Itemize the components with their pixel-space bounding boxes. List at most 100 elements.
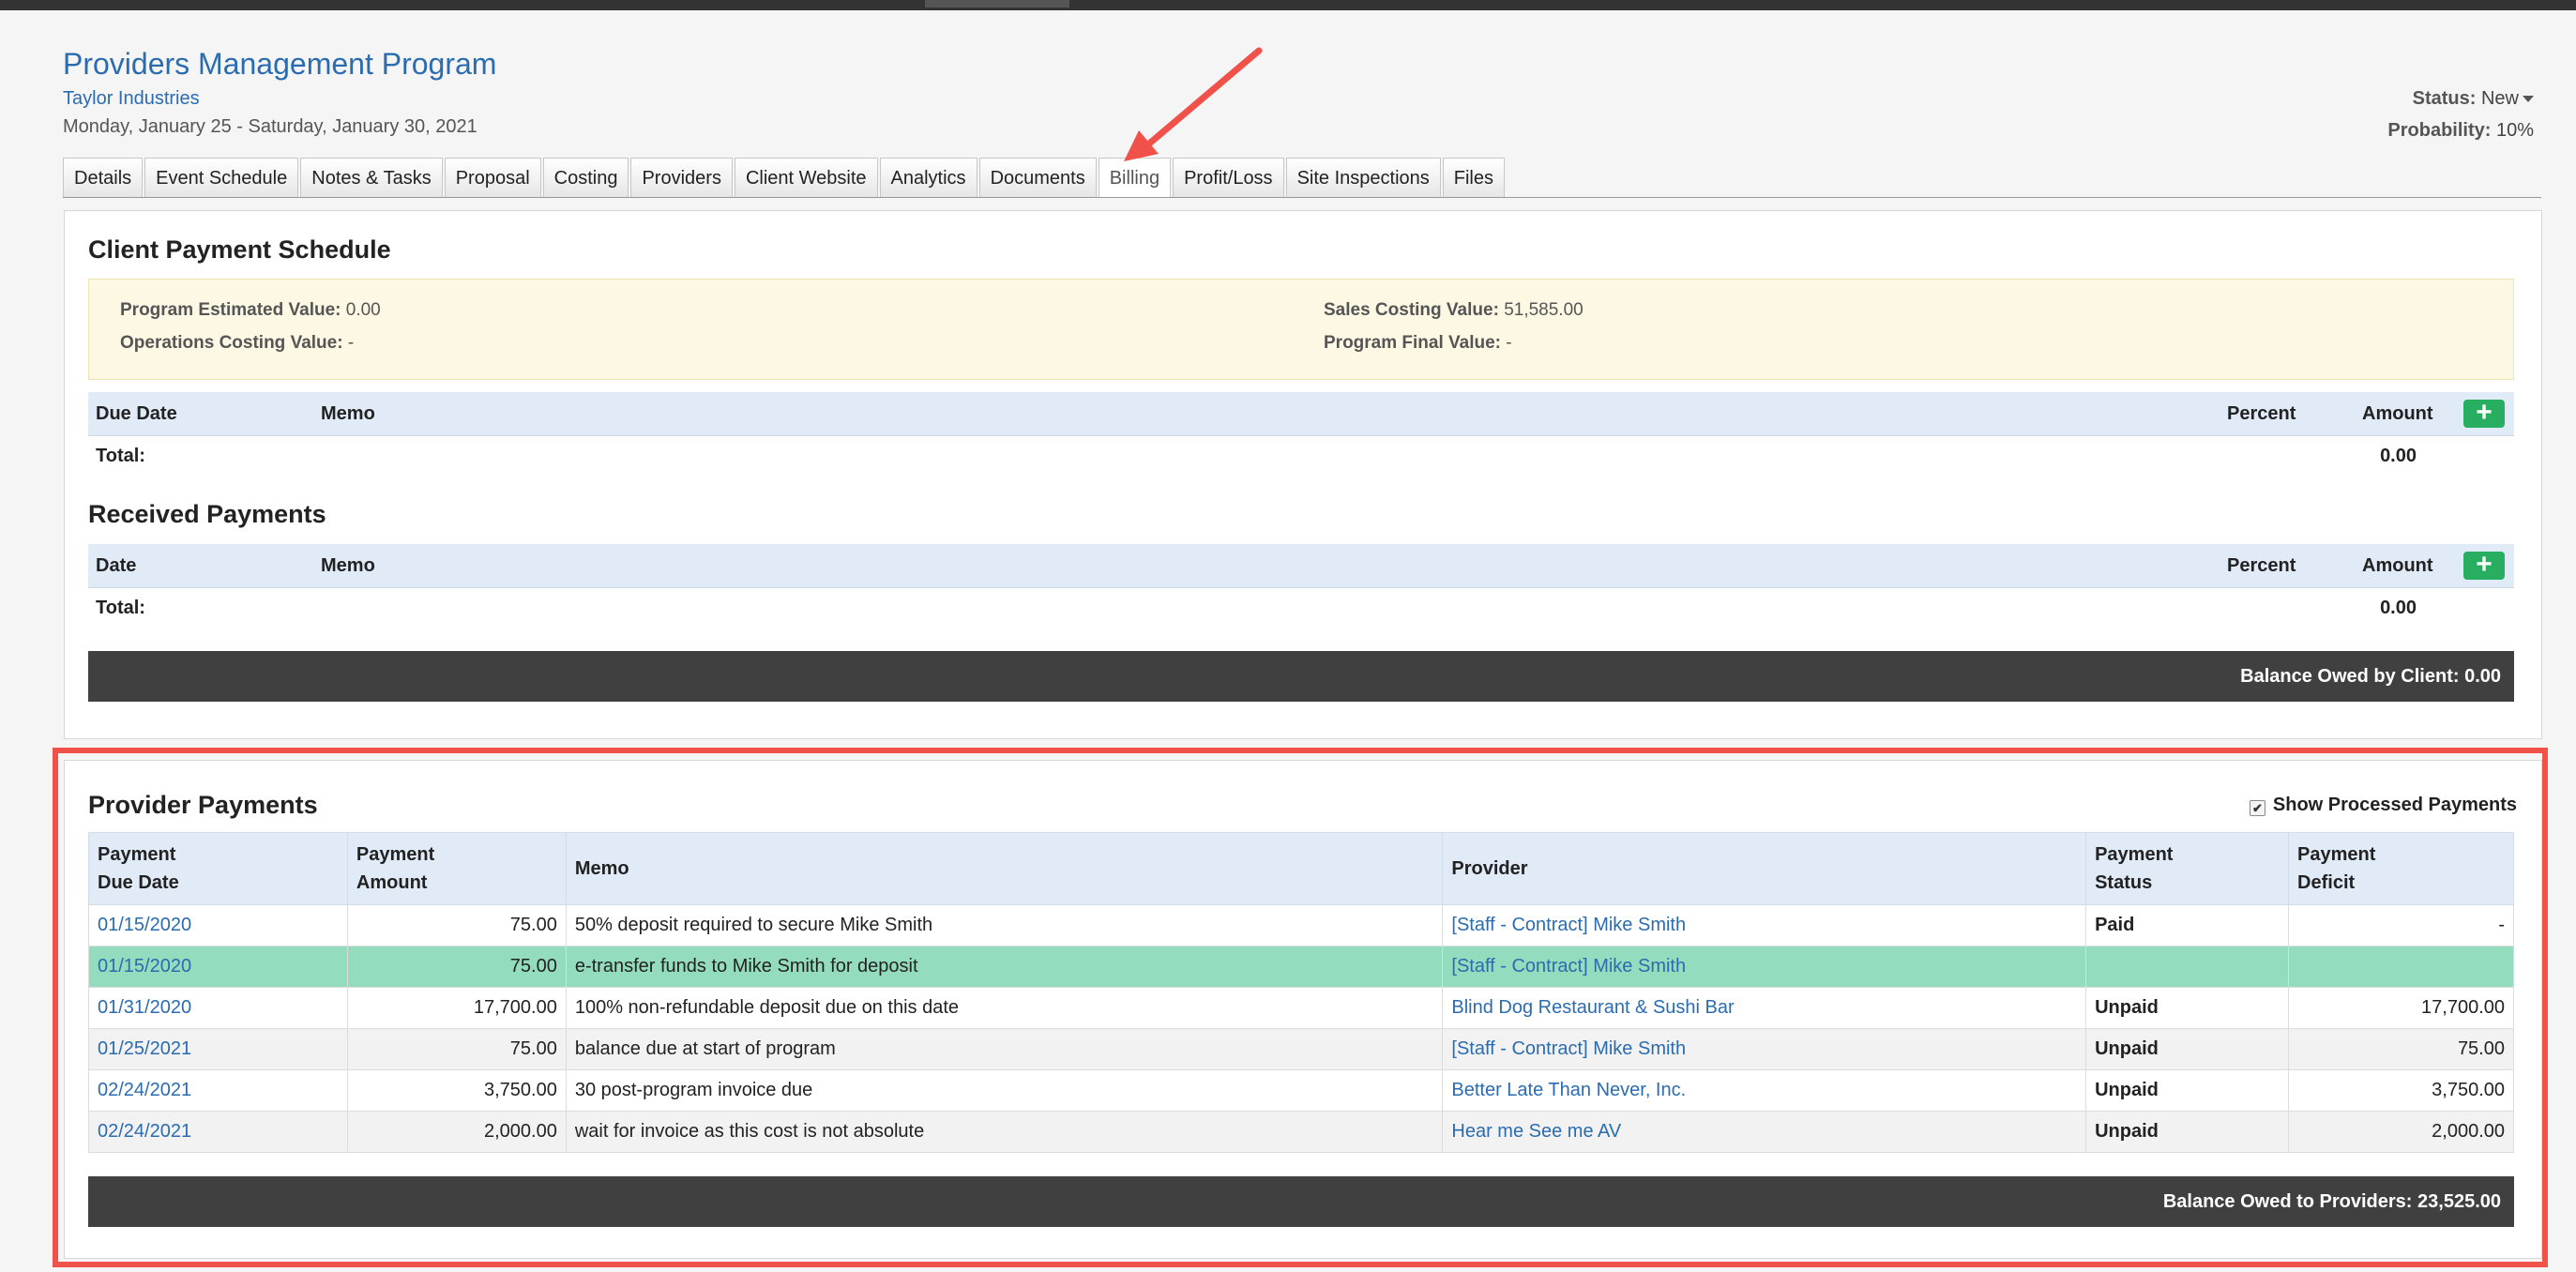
- schedule-table-header: Due Date Memo Percent Amount +: [88, 392, 2514, 436]
- col-memo: Memo: [321, 555, 375, 576]
- payment-amount: 75.00: [346, 904, 567, 946]
- col-percent: Percent: [2227, 555, 2296, 576]
- table-header-row: Payment Due Date Payment Amount Memo Provi…: [88, 832, 2514, 905]
- due-date-link[interactable]: 01/15/2020: [98, 956, 191, 977]
- tab-event-schedule[interactable]: Event Schedule: [144, 158, 299, 197]
- status-label: Status:: [2412, 88, 2477, 109]
- client-balance-bar: Balance Owed by Client: 0.00: [88, 651, 2514, 702]
- client-payment-schedule-title: Client Payment Schedule: [88, 235, 391, 264]
- tab-files[interactable]: Files: [1442, 158, 1505, 197]
- payment-deficit: 75.00: [2288, 1028, 2514, 1070]
- col-due-date: Due Date: [96, 403, 177, 424]
- tab-billing[interactable]: Billing: [1098, 158, 1172, 197]
- payment-amount: 75.00: [346, 1028, 567, 1070]
- tab-profit-loss[interactable]: Profit/Loss: [1173, 158, 1284, 197]
- arrow-shaft: [1144, 47, 1263, 148]
- received-total-value: 0.00: [2380, 598, 2417, 618]
- provider-balance-bar: Balance Owed to Providers: 23,525.00: [88, 1176, 2514, 1227]
- table-row[interactable]: 01/15/2020 75.00 e-transfer funds to Mik…: [88, 946, 2514, 988]
- program-values-box: Program Estimated Value: 0.00 Operations…: [88, 279, 2514, 380]
- table-row[interactable]: 02/24/2021 3,750.00 30 post-program invo…: [88, 1069, 2514, 1112]
- table-row[interactable]: 01/15/2020 75.00 50% deposit required to…: [88, 904, 2514, 946]
- tab-divider: [63, 197, 2541, 198]
- sales-costing-value: Sales Costing Value: 51,585.00: [1324, 300, 1583, 321]
- tab-costing[interactable]: Costing: [542, 158, 629, 197]
- estimated-value-amount: 0.00: [345, 300, 381, 320]
- col-payment-amount: Payment Amount: [346, 832, 567, 905]
- payment-amount: 17,700.00: [346, 987, 567, 1029]
- table-row[interactable]: 01/31/2020 17,700.00 100% non-refundable…: [88, 987, 2514, 1029]
- top-bar: [0, 0, 2576, 10]
- provider-link[interactable]: Hear me See me AV: [1451, 1121, 1621, 1142]
- payment-memo: balance due at start of program: [565, 1028, 1444, 1070]
- program-final-amount: -: [1506, 333, 1512, 353]
- program-dates: Monday, January 25 - Saturday, January 3…: [63, 116, 477, 137]
- sales-costing-label: Sales Costing Value:: [1324, 300, 1499, 320]
- show-processed-label: Show Processed Payments: [2272, 795, 2517, 815]
- payment-deficit: 2,000.00: [2288, 1111, 2514, 1153]
- due-date-link[interactable]: 01/25/2021: [98, 1038, 191, 1059]
- received-total-label: Total:: [96, 598, 145, 618]
- table-row[interactable]: 02/24/2021 2,000.00 wait for invoice as …: [88, 1111, 2514, 1153]
- payment-memo: e-transfer funds to Mike Smith for depos…: [565, 946, 1444, 988]
- checkbox-checked-icon[interactable]: ✔: [2249, 800, 2265, 816]
- status-box: Status: New Probability: 10%: [2387, 83, 2534, 146]
- status-row[interactable]: Status: New: [2387, 83, 2534, 114]
- tab-site-inspections[interactable]: Site Inspections: [1285, 158, 1441, 197]
- schedule-total-row: Total: 0.00: [88, 436, 2514, 474]
- payment-amount: 3,750.00: [346, 1069, 567, 1112]
- add-received-payment-button[interactable]: +: [2463, 551, 2505, 580]
- due-date-link[interactable]: 01/31/2020: [98, 997, 191, 1018]
- operations-costing-value: Operations Costing Value: -: [120, 333, 354, 354]
- col-provider: Provider: [1442, 832, 2087, 905]
- tab-notes-tasks[interactable]: Notes & Tasks: [300, 158, 443, 197]
- col-amount: Amount: [2362, 555, 2433, 576]
- payment-amount: 2,000.00: [346, 1111, 567, 1153]
- status-value[interactable]: New: [2481, 88, 2519, 109]
- provider-link[interactable]: Blind Dog Restaurant & Sushi Bar: [1451, 997, 1734, 1018]
- payment-deficit: 3,750.00: [2288, 1069, 2514, 1112]
- client-link[interactable]: Taylor Industries: [63, 84, 496, 113]
- payment-status: Paid: [2085, 904, 2290, 946]
- chevron-down-icon[interactable]: [2523, 96, 2534, 103]
- payment-status: Unpaid: [2085, 987, 2290, 1029]
- payment-memo: 50% deposit required to secure Mike Smit…: [565, 904, 1444, 946]
- provider-link[interactable]: Better Late Than Never, Inc.: [1451, 1080, 1686, 1100]
- due-date-link[interactable]: 01/15/2020: [98, 915, 191, 935]
- tab-providers[interactable]: Providers: [630, 158, 733, 197]
- due-date-link[interactable]: 02/24/2021: [98, 1080, 191, 1100]
- payment-status: Unpaid: [2085, 1028, 2290, 1070]
- add-scheduled-payment-button[interactable]: +: [2463, 399, 2505, 428]
- operations-costing-amount: -: [347, 333, 355, 353]
- payment-status: Unpaid: [2085, 1111, 2290, 1153]
- provider-link[interactable]: [Staff - Contract] Mike Smith: [1451, 1038, 1686, 1059]
- payment-deficit: 17,700.00: [2288, 987, 2514, 1029]
- payment-amount: 75.00: [346, 946, 567, 988]
- program-final-label: Program Final Value:: [1324, 333, 1501, 353]
- tab-client-website[interactable]: Client Website: [734, 158, 878, 197]
- estimated-value: Program Estimated Value: 0.00: [120, 300, 381, 321]
- show-processed-toggle[interactable]: ✔ Show Processed Payments: [2249, 795, 2517, 816]
- provider-payments-title: Provider Payments: [88, 791, 318, 819]
- tab-documents[interactable]: Documents: [978, 158, 1097, 197]
- sales-costing-amount: 51,585.00: [1504, 300, 1583, 320]
- program-final-value: Program Final Value: -: [1324, 333, 1512, 354]
- operations-costing-label: Operations Costing Value:: [120, 333, 343, 353]
- estimated-value-label: Program Estimated Value:: [120, 300, 341, 320]
- col-payment-status: Payment Status: [2085, 832, 2290, 905]
- provider-payments-table: Payment Due Date Payment Amount Memo Provi…: [88, 832, 2514, 1153]
- provider-link[interactable]: [Staff - Contract] Mike Smith: [1451, 915, 1686, 935]
- due-date-link[interactable]: 02/24/2021: [98, 1121, 191, 1142]
- tab-proposal[interactable]: Proposal: [444, 158, 541, 197]
- tab-details[interactable]: Details: [63, 158, 144, 197]
- tab-analytics[interactable]: Analytics: [879, 158, 977, 197]
- payment-deficit: -: [2288, 904, 2514, 946]
- tab-bar: Details Event Schedule Notes & Tasks Pro…: [63, 158, 1507, 197]
- schedule-total-label: Total:: [96, 446, 145, 466]
- table-row[interactable]: 01/25/2021 75.00 balance due at start of…: [88, 1028, 2514, 1070]
- payment-status: [2085, 946, 2290, 988]
- client-billing-panel: Client Payment Schedule Program Estimate…: [64, 210, 2542, 739]
- page-title: Providers Management Program: [63, 47, 497, 81]
- provider-link[interactable]: [Staff - Contract] Mike Smith: [1451, 956, 1686, 977]
- payment-memo: wait for invoice as this cost is not abs…: [565, 1111, 1444, 1153]
